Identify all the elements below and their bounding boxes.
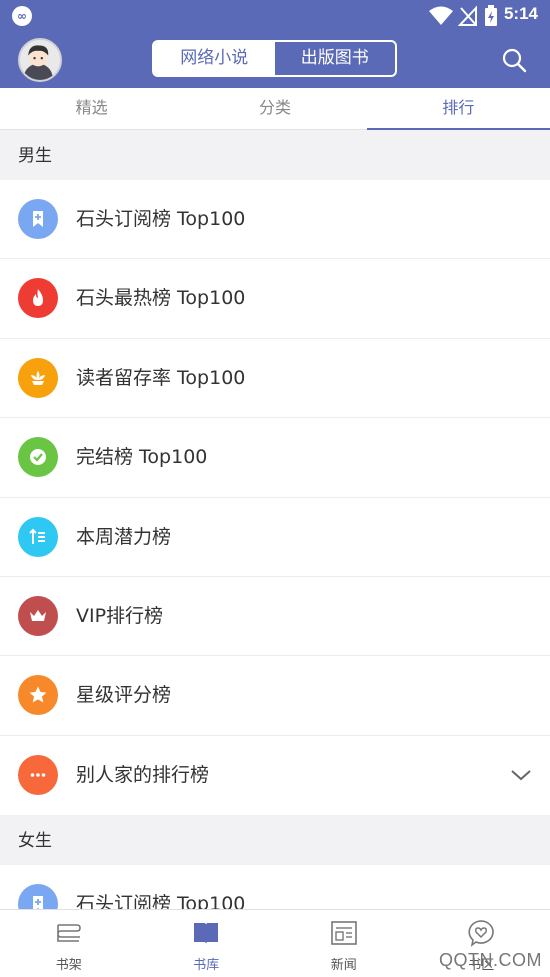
signal-icon [458,5,477,26]
section-header-female: 女生 [0,815,550,865]
clock: 5:14 [503,4,538,23]
nav-label: 书库 [193,958,220,973]
list-item[interactable]: 石头订阅榜 Top100 [0,865,550,909]
content-type-switch: 网络小说 出版图书 [152,40,397,77]
app-bar: 网络小说 出版图书 [0,32,550,88]
nav-news[interactable]: 新闻 [275,910,413,977]
segment-web-novels[interactable]: 网络小说 [154,42,275,75]
list-item-label: 星级评分榜 [76,684,172,707]
list-item-label: 别人家的排行榜 [76,763,210,786]
ranking-list-male: 石头订阅榜 Top100 石头最热榜 Top100 读者留存率 Top100 完… [0,180,550,816]
list-item-label: 石头订阅榜 Top100 [76,893,246,909]
list-item[interactable]: 星级评分榜 [0,656,550,736]
list-item-label: 本周潜力榜 [76,525,172,548]
list-item[interactable]: 石头订阅榜 Top100 [0,180,550,260]
status-bar: ∞ 5:14 [0,0,550,32]
rising-list-icon [18,516,58,557]
star-icon [18,675,58,716]
chevron-down-icon[interactable] [510,766,532,784]
lotus-icon [18,357,58,398]
search-icon[interactable] [501,47,527,73]
section-header-male: 男生 [0,130,550,180]
open-book-icon [194,923,219,944]
newspaper-icon [330,921,357,945]
tab-featured[interactable]: 精选 [0,88,183,129]
tab-categories[interactable]: 分类 [183,88,366,129]
check-icon [18,437,58,478]
nav-bookshelf[interactable]: 书架 [0,910,138,977]
wifi-icon [429,6,453,25]
list-item-label: 完结榜 Top100 [76,446,208,469]
list-item-expandable[interactable]: 别人家的排行榜 [0,736,550,815]
crown-icon [18,595,58,636]
list-item-label: 石头最热榜 Top100 [76,287,246,310]
bookmark-plus-icon [18,199,58,239]
nav-library[interactable]: 书库 [138,910,276,977]
list-item-label: 石头订阅榜 Top100 [76,208,246,230]
flame-icon [18,278,58,319]
avatar-image [23,45,53,80]
tab-bar: 精选 分类 排行 [0,88,550,130]
ranking-list-female: 石头订阅榜 Top100 [0,865,550,909]
app-notification-icon: ∞ [12,6,32,26]
bookmark-plus-icon [18,884,58,909]
list-item[interactable]: 读者留存率 Top100 [0,339,550,419]
nav-label: 书架 [55,958,82,973]
watermark: QQTN.COM [439,950,542,970]
list-item[interactable]: VIP排行榜 [0,577,550,657]
heart-chat-icon [468,920,494,947]
list-item-label: VIP排行榜 [76,604,164,627]
list-item[interactable]: 石头最热榜 Top100 [0,259,550,339]
user-avatar[interactable] [18,38,62,82]
tab-rankings[interactable]: 排行 [366,88,550,130]
list-item[interactable]: 本周潜力榜 [0,498,550,577]
list-item[interactable]: 完结榜 Top100 [0,418,550,498]
bookshelf-icon [56,924,81,942]
battery-icon [485,5,497,26]
list-item-label: 读者留存率 Top100 [76,366,246,389]
more-dots-icon [18,754,58,795]
nav-label: 新闻 [330,958,357,973]
segment-published-books[interactable]: 出版图书 [275,42,396,75]
